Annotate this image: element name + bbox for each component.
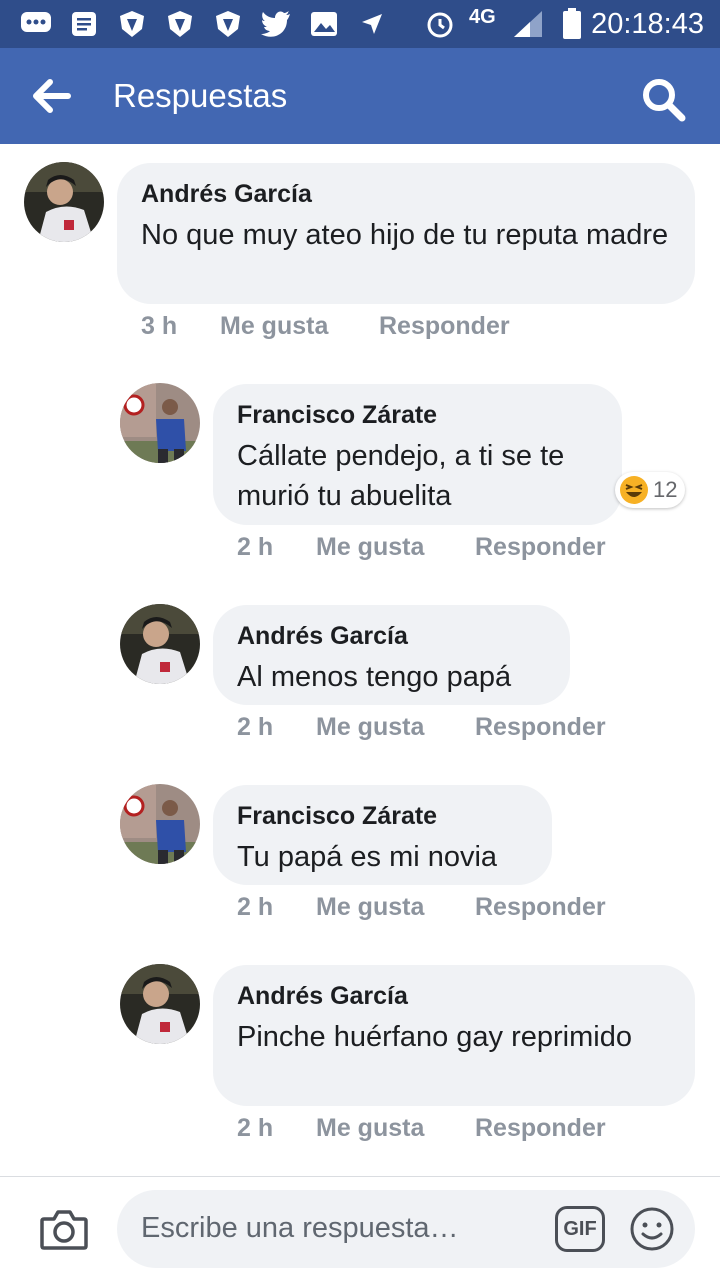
image-icon: [308, 8, 340, 40]
avatar[interactable]: [120, 383, 200, 463]
comment-time: 2 h: [237, 533, 274, 561]
comment-bubble: Andrés García Pinche huérfano gay reprim…: [213, 965, 695, 1106]
reply-composer: Escribe una respuesta… GIF: [0, 1176, 720, 1280]
app-bar: Respuestas: [0, 48, 720, 144]
reaction-count: 12: [653, 477, 678, 502]
comment-text: Tu papá es mi novia: [237, 841, 498, 873]
like-button[interactable]: Me gusta: [316, 893, 424, 922]
comment-time: 2 h: [237, 713, 274, 741]
reaction-summary[interactable]: 12: [615, 472, 686, 508]
reply-button[interactable]: Responder: [475, 533, 606, 562]
signal-icon: [512, 8, 544, 40]
battery-icon: [556, 8, 588, 40]
network-type: 4G: [469, 6, 496, 28]
comment-bubble: Andrés García Al menos tengo papá: [213, 605, 570, 705]
reply-button[interactable]: Responder: [379, 312, 510, 341]
comment-text: Cállate pendejo, a ti se te murió tu abu…: [237, 440, 565, 512]
comment-bubble: Francisco Zárate Cállate pendejo, a ti s…: [213, 384, 622, 525]
page-title: Respuestas: [113, 77, 288, 114]
comment-bubble: Andrés García No que muy ateo hijo de tu…: [117, 163, 695, 304]
comment-time: 3 h: [141, 312, 178, 340]
shield-icon: [164, 8, 196, 40]
sticker-smiley-icon[interactable]: [629, 1206, 675, 1252]
haha-icon: [620, 476, 648, 504]
like-button[interactable]: Me gusta: [316, 1114, 424, 1143]
back-arrow-icon[interactable]: [32, 78, 72, 114]
comment-author[interactable]: Francisco Zárate: [237, 400, 598, 430]
search-icon[interactable]: [640, 76, 686, 122]
reply-button[interactable]: Responder: [475, 713, 606, 742]
avatar[interactable]: [24, 162, 104, 242]
gif-button[interactable]: GIF: [555, 1206, 605, 1252]
alarm-icon: [424, 8, 456, 40]
like-button[interactable]: Me gusta: [316, 713, 424, 742]
comment-text: Pinche huérfano gay reprimido: [237, 1021, 632, 1053]
messages-icon: [20, 8, 52, 40]
like-button[interactable]: Me gusta: [316, 533, 424, 562]
comment-author[interactable]: Andrés García: [141, 179, 671, 209]
comment-time: 2 h: [237, 893, 274, 921]
shield-icon: [116, 8, 148, 40]
camera-icon[interactable]: [40, 1207, 88, 1251]
reply-button[interactable]: Responder: [475, 893, 606, 922]
status-bar: 4G 20:18:43: [0, 0, 720, 48]
shield-icon: [212, 8, 244, 40]
avatar[interactable]: [120, 604, 200, 684]
avatar[interactable]: [120, 964, 200, 1044]
location-arrow-icon: [356, 8, 388, 40]
reply-input[interactable]: Escribe una respuesta… GIF: [117, 1190, 695, 1268]
twitter-icon: [260, 8, 292, 40]
reply-input-placeholder: Escribe una respuesta…: [141, 1212, 459, 1244]
avatar[interactable]: [120, 784, 200, 864]
comment-author[interactable]: Andrés García: [237, 981, 671, 1011]
comment-text: Al menos tengo papá: [237, 661, 512, 693]
comment-author[interactable]: Andrés García: [237, 621, 546, 651]
clock: 20:18:43: [591, 8, 704, 40]
comment-author[interactable]: Francisco Zárate: [237, 801, 528, 831]
reply-button[interactable]: Responder: [475, 1114, 606, 1143]
like-button[interactable]: Me gusta: [220, 312, 328, 341]
comment-text: No que muy ateo hijo de tu reputa madre: [141, 219, 669, 251]
news-icon: [68, 8, 100, 40]
comment-bubble: Francisco Zárate Tu papá es mi novia: [213, 785, 552, 885]
comment-time: 2 h: [237, 1114, 274, 1142]
